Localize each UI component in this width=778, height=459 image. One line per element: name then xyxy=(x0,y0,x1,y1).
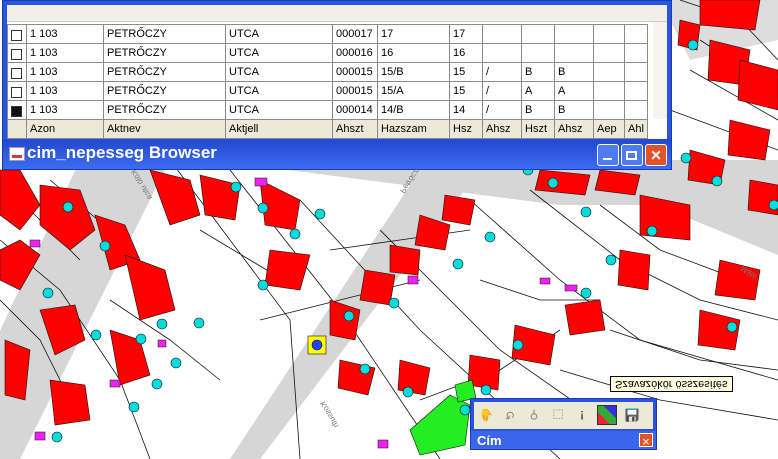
maximize-button[interactable] xyxy=(621,144,643,166)
tooltip: Szavazókör összesítés xyxy=(610,376,733,392)
select-tool-icon[interactable]: ⬚ xyxy=(547,402,569,428)
browser-titlebar[interactable]: cim_nepesseg Browser ✕ xyxy=(3,139,671,169)
table-row[interactable]: 1 103 PETRŐCZY UTCA 000016 16 16 xyxy=(7,43,648,63)
column-header[interactable]: Ahsz xyxy=(554,119,594,139)
cim-title: Cím xyxy=(477,433,502,448)
column-header[interactable]: Azon xyxy=(26,119,104,139)
attribute-table: Azon Aktnev Aktjell Ahszt Hazszam Hsz Ah… xyxy=(7,24,648,139)
row-select-checkbox[interactable] xyxy=(11,49,22,60)
row-select-checkbox[interactable] xyxy=(11,87,22,98)
info-tool-icon[interactable]: ! xyxy=(571,402,593,428)
table-row[interactable]: 1 103 PETRŐCZY UTCA 000015 15/A 15 / A A xyxy=(7,81,648,101)
identify-tool-icon[interactable]: ⚲ xyxy=(523,402,545,428)
column-header[interactable]: Aktjell xyxy=(225,119,333,139)
cim-toolbar-window[interactable]: Cím ✕ ✋ ↻ ⚲ ⬚ ! 💾 xyxy=(470,398,657,450)
table-row[interactable]: 1 103 PETRŐCZY UTCA 000017 17 17 xyxy=(7,24,648,44)
attribute-browser-window[interactable]: cim_nepesseg Browser ✕ Azon Aktnev Aktje… xyxy=(2,0,672,170)
table-header-row: Azon Aktnev Aktjell Ahszt Hazszam Hsz Ah… xyxy=(7,119,648,139)
rotate-tool-icon[interactable]: ↻ xyxy=(499,402,521,428)
row-select-checkbox[interactable] xyxy=(11,106,22,117)
column-header[interactable]: Hazszam xyxy=(377,119,450,139)
vertical-scrollbar[interactable] xyxy=(653,21,667,119)
selected-address-point[interactable] xyxy=(311,339,323,351)
close-button[interactable]: ✕ xyxy=(645,144,667,166)
browser-title: cim_nepesseg Browser xyxy=(27,143,217,162)
save-tool-icon[interactable]: 💾 xyxy=(621,402,643,428)
cim-close-button[interactable]: ✕ xyxy=(639,433,653,447)
row-select-checkbox[interactable] xyxy=(11,68,22,79)
column-header[interactable]: Hsz xyxy=(449,119,483,139)
column-header[interactable]: Ahszt xyxy=(332,119,378,139)
browser-app-icon xyxy=(9,147,25,161)
column-header[interactable]: Ahl xyxy=(624,119,648,139)
green-area xyxy=(409,394,471,456)
column-header[interactable]: Hszt xyxy=(521,119,555,139)
color-tool-icon[interactable] xyxy=(597,405,617,425)
cim-titlebar[interactable]: Cím ✕ xyxy=(471,431,656,449)
column-header[interactable]: Aep xyxy=(593,119,625,139)
cim-toolbar: ✋ ↻ ⚲ ⬚ ! 💾 xyxy=(474,402,653,429)
table-row[interactable]: 1 103 PETRŐCZY UTCA 000015 15/B 15 / B B xyxy=(7,62,648,82)
pan-tool-icon[interactable]: ✋ xyxy=(475,402,497,428)
column-header[interactable] xyxy=(7,119,27,139)
column-header[interactable]: Ahsz xyxy=(482,119,522,139)
attribute-grid[interactable]: Azon Aktnev Aktjell Ahszt Hazszam Hsz Ah… xyxy=(7,5,667,139)
column-header[interactable]: Aktnev xyxy=(103,119,226,139)
row-select-checkbox[interactable] xyxy=(11,30,22,41)
minimize-button[interactable] xyxy=(597,144,619,166)
horizontal-scrollbar[interactable] xyxy=(7,5,667,22)
table-row[interactable]: 1 103 PETRŐCZY UTCA 000014 14/B 14 / B B xyxy=(7,100,648,120)
